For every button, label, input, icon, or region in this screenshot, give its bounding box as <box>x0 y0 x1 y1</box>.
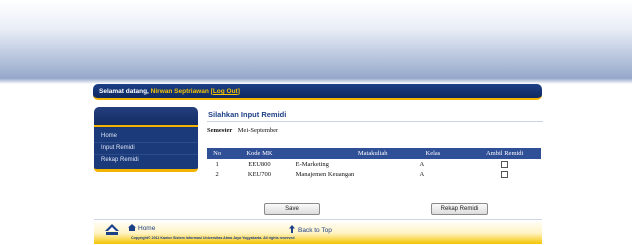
copyright-text: Copyright© 2011 Kantor Sistem Informasi … <box>131 236 295 240</box>
university-logo-icon <box>105 224 119 235</box>
ambil-remidi-checkbox[interactable] <box>501 170 509 178</box>
sidebar-item-rekap-remidi[interactable]: Rekap Remidi <box>94 155 198 166</box>
semester-label: Semester <box>207 127 233 134</box>
header-kode-mk: Kode MK <box>227 148 292 159</box>
cell-matakuliah: Manajemen Keuangan <box>295 170 355 178</box>
table-row: 1 EEU800 E-Marketing A <box>207 159 541 169</box>
arrow-up-icon <box>289 225 295 233</box>
cell-ambil-remidi <box>468 169 541 179</box>
page-title: Silahkan Input Remidi <box>208 110 287 119</box>
back-to-top-link[interactable]: Back to Top <box>289 225 332 234</box>
cell-no: 1 <box>215 160 219 168</box>
cell-matakuliah: E-Marketing <box>295 160 329 168</box>
semester-info: Semester Mei-September <box>207 127 278 134</box>
footer-home-label: Home <box>138 225 156 232</box>
sidebar-item-home[interactable]: Home <box>94 131 198 143</box>
back-to-top-label: Back to Top <box>298 227 332 234</box>
ambil-remidi-checkbox[interactable] <box>501 160 509 168</box>
semester-value: Mei-September <box>237 127 279 134</box>
cell-ambil-remidi <box>468 159 541 169</box>
home-icon <box>128 224 136 231</box>
save-button[interactable]: Save <box>264 203 320 215</box>
footer-home-link[interactable]: Home <box>128 224 155 232</box>
header-banner <box>0 0 632 82</box>
header-kelas: Kelas <box>397 148 469 159</box>
welcome-bar: Selamat datang, Nirwan Septriawan [Log O… <box>93 84 542 100</box>
table-header-row: No Kode MK Matakuliah Kelas Ambil Remidi <box>207 148 541 159</box>
cell-kelas: A <box>419 160 425 168</box>
title-divider <box>207 121 543 122</box>
remidi-table: No Kode MK Matakuliah Kelas Ambil Remidi… <box>207 148 541 179</box>
sidebar-header <box>94 107 198 127</box>
sidebar: Home Input Remidi Rekap Remidi <box>94 107 198 182</box>
table-row: 2 KEU700 Manajemen Keuangan A <box>207 169 541 179</box>
cell-kelas: A <box>419 170 425 178</box>
welcome-user-name: Nirwan Septriawan <box>150 88 209 95</box>
sidebar-menu: Home Input Remidi Rekap Remidi <box>94 127 198 172</box>
cell-kode-mk: EEU800 <box>248 160 271 168</box>
header-no: No <box>207 148 228 159</box>
welcome-greeting: Selamat datang, <box>99 88 149 95</box>
cell-kode-mk: KEU700 <box>247 170 271 178</box>
logout-bracket-close: ] <box>237 88 240 95</box>
cell-no: 2 <box>215 170 219 178</box>
sidebar-item-input-remidi[interactable]: Input Remidi <box>94 143 198 155</box>
header-ambil-remidi: Ambil Remidi <box>468 148 541 159</box>
rekap-remidi-button[interactable]: Rekap Remidi <box>431 203 488 215</box>
header-matakuliah: Matakuliah <box>291 148 398 159</box>
logout-link[interactable]: Log Out <box>213 88 238 95</box>
